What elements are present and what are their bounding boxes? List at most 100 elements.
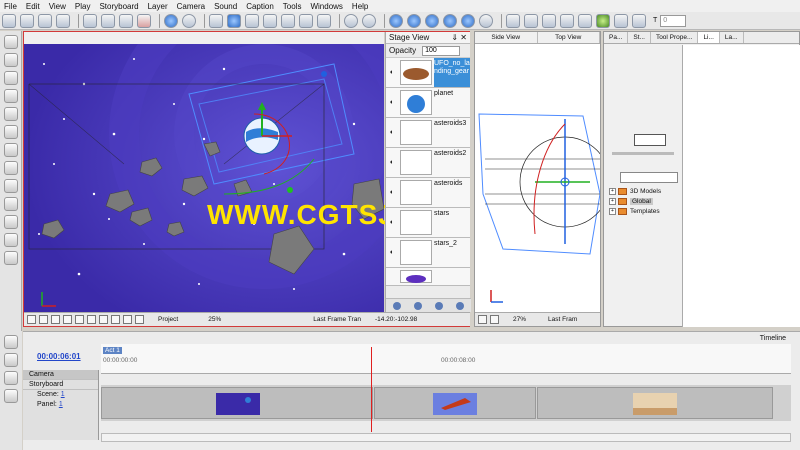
undo-icon[interactable] <box>164 13 178 28</box>
tab-top-view[interactable]: Top View <box>538 32 600 43</box>
storyboard-track-header[interactable]: Storyboard <box>23 380 98 390</box>
menu-windows[interactable]: Windows <box>310 2 342 11</box>
zoom-in-icon[interactable] <box>344 13 358 28</box>
film-icon[interactable] <box>317 13 331 28</box>
loop-icon[interactable] <box>479 13 493 28</box>
tree-item[interactable]: + 3D Models <box>609 186 682 196</box>
light-table-icon[interactable] <box>99 315 108 324</box>
eyedropper-icon[interactable] <box>4 197 18 211</box>
current-time[interactable]: 00:00:06:01 <box>37 352 81 361</box>
menu-camera[interactable]: Camera <box>177 2 205 11</box>
timeline-ruler[interactable]: Act 1 00:00:00:00 00:00:08:00 <box>101 344 791 374</box>
eye-icon[interactable]: ◐ <box>386 178 398 207</box>
grid-toggle-icon[interactable] <box>27 315 36 324</box>
onion-skin-icon[interactable] <box>4 389 18 403</box>
tab-layer-properties[interactable]: La... <box>720 32 744 43</box>
camera-tool-icon[interactable] <box>4 335 18 349</box>
save-icon[interactable] <box>38 13 52 28</box>
menu-file[interactable]: File <box>4 2 17 11</box>
camera-view-icon[interactable] <box>209 13 223 28</box>
select-tool-icon[interactable] <box>227 13 241 28</box>
layout-icon[interactable] <box>245 13 259 28</box>
move-icon[interactable] <box>560 13 574 28</box>
onion-icon[interactable] <box>87 315 96 324</box>
menu-sound[interactable]: Sound <box>214 2 237 11</box>
stage-canvas[interactable] <box>24 44 384 312</box>
tab-palette[interactable]: Pa... <box>604 32 629 43</box>
menu-help[interactable]: Help <box>352 2 368 11</box>
tab-stage[interactable]: St... <box>628 32 651 43</box>
image-icon[interactable] <box>63 315 72 324</box>
pencil-icon[interactable] <box>4 89 18 103</box>
cut-icon[interactable] <box>83 13 97 28</box>
render-preview-icon[interactable] <box>123 315 132 324</box>
side-zoom-level[interactable]: 27% <box>513 316 526 323</box>
layer-item[interactable]: ◐ asteroids2 <box>386 148 470 178</box>
reset-rotation-icon[interactable] <box>490 315 499 324</box>
panel-link[interactable]: 1 <box>59 401 63 408</box>
copy-icon[interactable] <box>101 13 115 28</box>
menu-storyboard[interactable]: Storyboard <box>99 2 138 11</box>
fit-view-icon[interactable] <box>478 315 487 324</box>
add-layer-icon[interactable] <box>392 301 401 310</box>
field-guide-icon[interactable] <box>75 315 84 324</box>
safe-area-icon[interactable] <box>39 315 48 324</box>
paint-bucket-icon[interactable] <box>4 143 18 157</box>
eye-icon[interactable]: ◐ <box>386 118 398 147</box>
thumbnail-slider[interactable] <box>612 152 674 155</box>
eye-icon[interactable] <box>386 268 398 285</box>
new-icon[interactable] <box>2 13 16 28</box>
playhead[interactable] <box>371 347 372 432</box>
rotate-view-icon[interactable] <box>4 251 18 265</box>
transform-icon[interactable] <box>506 13 520 28</box>
prev-frame-icon[interactable] <box>407 13 421 28</box>
panel-clip[interactable] <box>537 387 773 419</box>
hand-icon[interactable] <box>4 215 18 229</box>
scope-dropdown[interactable]: Project <box>158 316 178 323</box>
color-icon[interactable] <box>111 315 120 324</box>
render-icon[interactable] <box>614 13 628 28</box>
eraser-icon[interactable] <box>4 125 18 139</box>
delete-icon[interactable] <box>137 13 151 28</box>
scene-link[interactable]: 1 <box>61 391 65 398</box>
camera-track-header[interactable]: Camera <box>23 370 98 380</box>
tree-item[interactable]: + Templates <box>609 206 682 216</box>
first-frame-icon[interactable] <box>389 13 403 28</box>
text-icon[interactable] <box>4 107 18 121</box>
select-arrow-icon[interactable] <box>4 35 18 49</box>
print-icon[interactable] <box>56 13 70 28</box>
storyboard-track[interactable] <box>101 385 791 421</box>
expand-icon[interactable]: + <box>609 197 616 205</box>
eye-icon[interactable]: ◐ <box>386 148 398 177</box>
paste-icon[interactable] <box>119 13 133 28</box>
tab-side-view[interactable]: Side View <box>475 32 538 43</box>
next-frame-icon[interactable] <box>443 13 457 28</box>
act-marker[interactable]: Act 1 <box>103 347 122 354</box>
rectangle-icon[interactable] <box>4 161 18 175</box>
layer-item[interactable]: ◐ planet <box>386 88 470 118</box>
eye-icon[interactable]: ◐ <box>386 238 398 267</box>
contour-icon[interactable] <box>4 53 18 67</box>
layer-item[interactable]: ◐ stars_2 <box>386 238 470 268</box>
align-icon[interactable] <box>578 13 592 28</box>
delete-layer-icon[interactable] <box>456 301 465 310</box>
storyboard-icon[interactable] <box>299 13 313 28</box>
menu-edit[interactable]: Edit <box>26 2 40 11</box>
panel-icon[interactable] <box>281 13 295 28</box>
zoom-out-icon[interactable] <box>362 13 376 28</box>
menu-play[interactable]: Play <box>75 2 91 11</box>
perspective-icon[interactable] <box>135 315 144 324</box>
zoom-level[interactable]: 25% <box>208 316 221 323</box>
rotate-icon[interactable] <box>524 13 538 28</box>
eye-icon[interactable]: ◐ <box>386 208 398 237</box>
open-icon[interactable] <box>20 13 34 28</box>
menu-caption[interactable]: Caption <box>246 2 274 11</box>
tab-library[interactable]: Li... <box>698 32 720 43</box>
pin-icon[interactable]: ⇓ ✕ <box>451 33 467 42</box>
play-icon[interactable] <box>425 13 439 28</box>
timeline-scrollbar[interactable] <box>101 433 791 442</box>
tree-item[interactable]: + Global <box>609 196 682 206</box>
panel-clip[interactable] <box>101 387 373 419</box>
eye-icon[interactable]: ◐ <box>386 58 398 87</box>
export-icon[interactable] <box>632 13 646 28</box>
